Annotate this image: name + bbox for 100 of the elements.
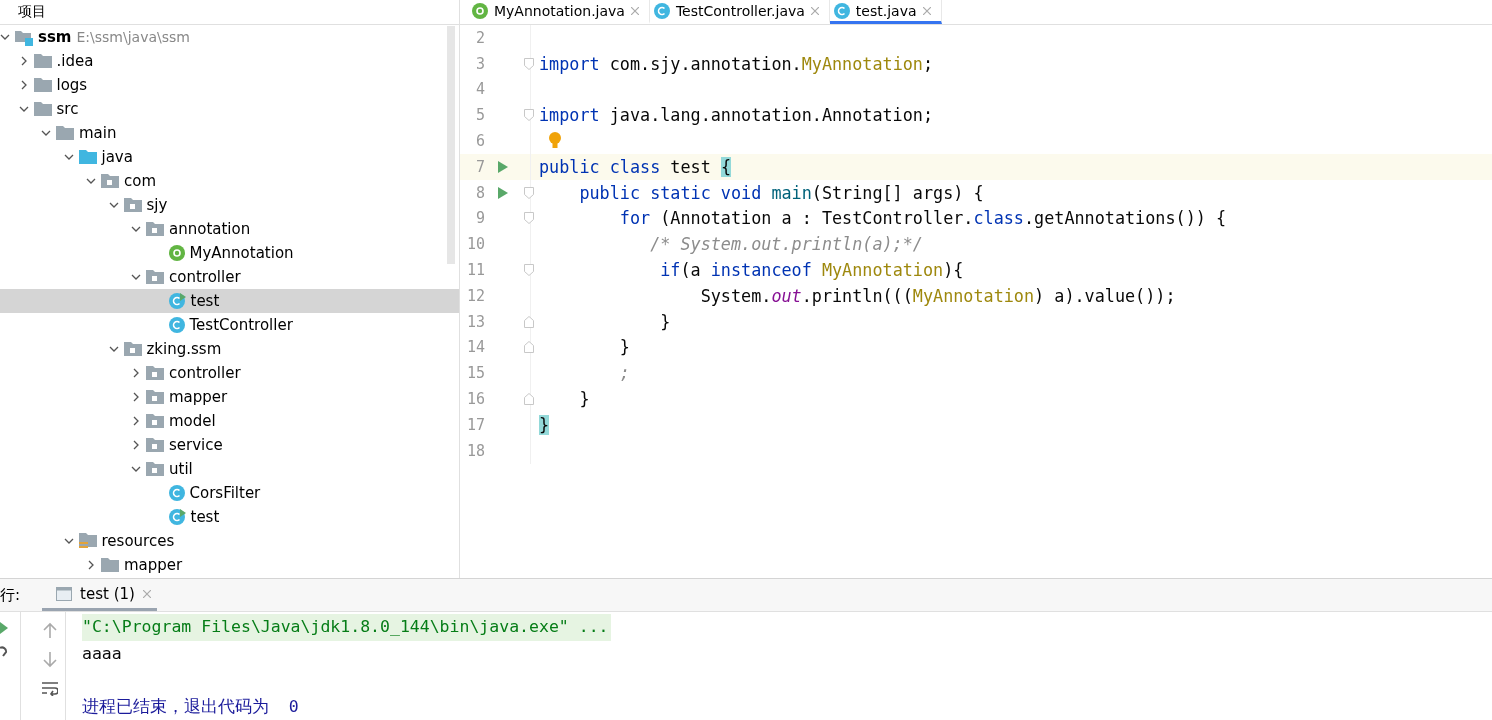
tree-item[interactable]: com xyxy=(0,169,459,193)
tree-item[interactable]: sjy xyxy=(0,193,459,217)
runnable-class-icon xyxy=(168,509,186,525)
code-line: } xyxy=(618,336,630,360)
class-icon xyxy=(168,317,185,333)
tree-item[interactable]: zking.ssm xyxy=(0,337,459,361)
tree-item[interactable]: .idea xyxy=(0,49,459,73)
line-number: 11 xyxy=(465,261,485,280)
line-number: 4 xyxy=(474,80,485,99)
editor-tab[interactable]: test.java xyxy=(829,0,942,24)
module-folder-icon xyxy=(15,28,33,46)
chevron-right-icon[interactable] xyxy=(131,368,141,378)
folder-icon xyxy=(78,150,97,164)
tree-item[interactable]: MyAnnotation xyxy=(0,241,459,265)
chevron-down-icon[interactable] xyxy=(86,176,96,186)
package-icon xyxy=(146,222,164,236)
chevron-down-icon[interactable] xyxy=(108,200,119,210)
tree-item[interactable]: java xyxy=(0,145,459,169)
chevron-right-icon[interactable] xyxy=(131,392,141,402)
class-icon xyxy=(168,485,185,501)
chevron-down-icon[interactable] xyxy=(131,464,141,474)
chevron-down-icon[interactable] xyxy=(131,224,141,234)
package-icon xyxy=(123,342,142,356)
chevron-right-icon[interactable] xyxy=(86,560,96,570)
code-line: ; xyxy=(618,362,630,386)
tree-item[interactable]: src xyxy=(0,97,459,121)
folder-icon xyxy=(33,102,52,116)
code-line: public class test { xyxy=(538,155,731,179)
code-line: /* System.out.println(a);*/ xyxy=(649,233,923,257)
panel-title[interactable]: 项目 xyxy=(18,3,46,21)
class-icon xyxy=(833,2,850,19)
run-panel-label: 行: xyxy=(0,585,21,605)
project-path: E:\ssm\java\ssm xyxy=(76,29,190,45)
run-icon[interactable] xyxy=(497,186,509,199)
chevron-down-icon[interactable] xyxy=(0,32,10,42)
line-number: 18 xyxy=(465,441,485,460)
code-line: import com.sjy.annotation.MyAnnotation; xyxy=(538,52,934,76)
package-icon xyxy=(146,270,164,284)
package-icon xyxy=(146,366,164,380)
folder-icon xyxy=(33,54,52,68)
editor-tab[interactable]: MyAnnotation.java xyxy=(468,0,650,24)
tree-item[interactable]: main xyxy=(0,121,459,145)
chevron-down-icon[interactable] xyxy=(108,344,119,354)
tree-item[interactable]: test xyxy=(0,505,459,529)
run-icon[interactable] xyxy=(497,160,509,173)
annotation-icon xyxy=(472,2,488,19)
chevron-down-icon[interactable] xyxy=(63,536,74,546)
folder-icon xyxy=(33,78,52,92)
class-icon xyxy=(653,2,670,19)
code-line: import java.lang.annotation.Annotation; xyxy=(538,104,934,128)
line-number: 5 xyxy=(474,106,485,125)
editor-tab[interactable]: TestController.java xyxy=(649,0,830,24)
tree-item[interactable]: TestController xyxy=(0,313,459,337)
console-line: 进程已结束，退出代码为 0 xyxy=(82,695,300,718)
line-number: 16 xyxy=(465,390,485,409)
line-number: 9 xyxy=(474,209,485,228)
tree-item[interactable]: test xyxy=(0,289,459,313)
folder-icon xyxy=(56,126,74,140)
tree-item[interactable]: ssm E:\ssm\java\ssm xyxy=(0,25,459,49)
line-number: 7 xyxy=(474,157,485,176)
tree-item[interactable]: annotation xyxy=(0,217,459,241)
chevron-down-icon[interactable] xyxy=(41,128,51,138)
tree-item[interactable]: logs xyxy=(0,73,459,97)
tree-item[interactable]: controller xyxy=(0,361,459,385)
console-line: aaaa xyxy=(82,642,123,665)
line-number: 13 xyxy=(465,312,485,331)
code-line: if(a instanceof MyAnnotation){ xyxy=(659,259,964,283)
chevron-down-icon[interactable] xyxy=(131,272,141,282)
package-icon xyxy=(146,390,164,404)
tree-item[interactable]: service xyxy=(0,433,459,457)
runnable-class-icon xyxy=(168,293,186,309)
line-number: 12 xyxy=(465,286,485,305)
package-icon xyxy=(146,462,164,476)
scrollbar[interactable] xyxy=(447,26,455,264)
package-icon xyxy=(146,438,164,452)
tree-item[interactable]: mapper xyxy=(0,553,459,577)
tree-item[interactable]: model xyxy=(0,409,459,433)
tree-item[interactable]: mapper xyxy=(0,385,459,409)
chevron-right-icon[interactable] xyxy=(131,440,141,450)
chevron-down-icon[interactable] xyxy=(63,152,74,162)
package-icon xyxy=(101,174,119,188)
line-number: 15 xyxy=(465,364,485,383)
chevron-down-icon[interactable] xyxy=(18,104,29,114)
run-icon[interactable] xyxy=(0,622,8,634)
line-number: 2 xyxy=(474,28,485,47)
line-number: 14 xyxy=(465,338,485,357)
code-line: } xyxy=(659,310,671,334)
tree-item[interactable]: resources xyxy=(0,529,459,553)
line-number: 17 xyxy=(465,415,485,434)
soft-wrap-icon[interactable] xyxy=(42,682,58,696)
run-tab[interactable]: test (1) xyxy=(42,579,157,611)
tree-item[interactable]: util xyxy=(0,457,459,481)
code-line: for (Annotation a : TestController.class.getAnnotations()) { xyxy=(618,207,1227,231)
tree-item[interactable]: CorsFilter xyxy=(0,481,459,505)
line-number: 10 xyxy=(465,235,485,254)
folder-icon xyxy=(101,558,119,572)
tree-item[interactable]: controller xyxy=(0,265,459,289)
chevron-right-icon[interactable] xyxy=(131,416,141,426)
annotation-icon xyxy=(168,245,185,261)
code-line: System.out.println(((MyAnnotation) a).value()); xyxy=(699,284,1176,308)
